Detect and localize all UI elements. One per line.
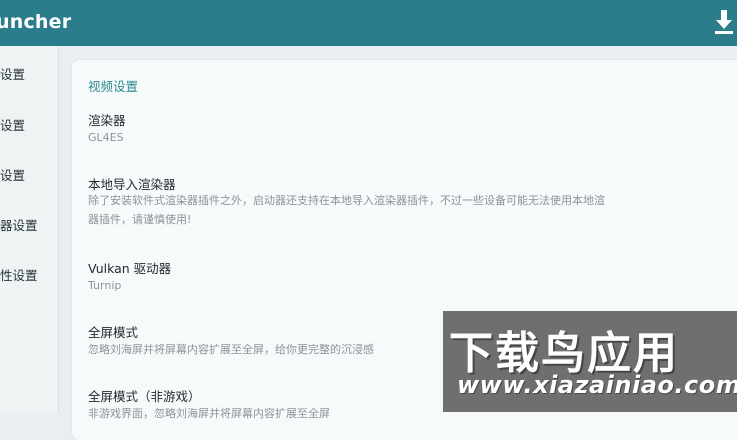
- app-title: uncher: [0, 11, 72, 33]
- sidebar-item-settings-1[interactable]: 设置: [0, 64, 25, 83]
- sidebar-item-settings-4[interactable]: 器设置: [0, 215, 38, 234]
- setting-import-renderer-desc-2: 器插件，请谨慎使用!: [88, 213, 192, 226]
- setting-fullscreen-nongame-desc: 非游戏界面，忽略刘海屏并将屏幕内容扩展至全屏: [88, 407, 330, 420]
- setting-renderer-title[interactable]: 渲染器: [88, 110, 126, 129]
- setting-vulkan-title[interactable]: Vulkan 驱动器: [88, 258, 171, 277]
- app-bar: uncher: [0, 0, 737, 46]
- download-icon[interactable]: [713, 8, 735, 36]
- sidebar: 设置 设置 设置 器设置 性设置: [0, 46, 59, 412]
- setting-vulkan-value: Turnip: [88, 279, 122, 292]
- watermark-url: www.xiazainiao.com: [457, 371, 737, 399]
- section-title: 视频设置: [88, 79, 139, 94]
- sidebar-item-settings-2[interactable]: 设置: [0, 115, 25, 134]
- sidebar-item-settings-3[interactable]: 设置: [0, 165, 25, 184]
- watermark: 下载鸟应用 www.xiazainiao.com: [443, 311, 737, 412]
- setting-fullscreen-nongame-title[interactable]: 全屏模式（非游戏）: [88, 386, 201, 405]
- setting-renderer-value: GL4ES: [88, 131, 124, 144]
- setting-fullscreen-title[interactable]: 全屏模式: [88, 322, 138, 341]
- sidebar-item-settings-5[interactable]: 性设置: [0, 265, 38, 284]
- setting-fullscreen-desc: 忽略刘海屏并将屏幕内容扩展至全屏，给你更完整的沉浸感: [88, 343, 374, 356]
- setting-import-renderer-desc: 除了安装软件式渲染器插件之外，启动器还支持在本地导入渲染器插件，不过一些设备可能…: [88, 194, 605, 207]
